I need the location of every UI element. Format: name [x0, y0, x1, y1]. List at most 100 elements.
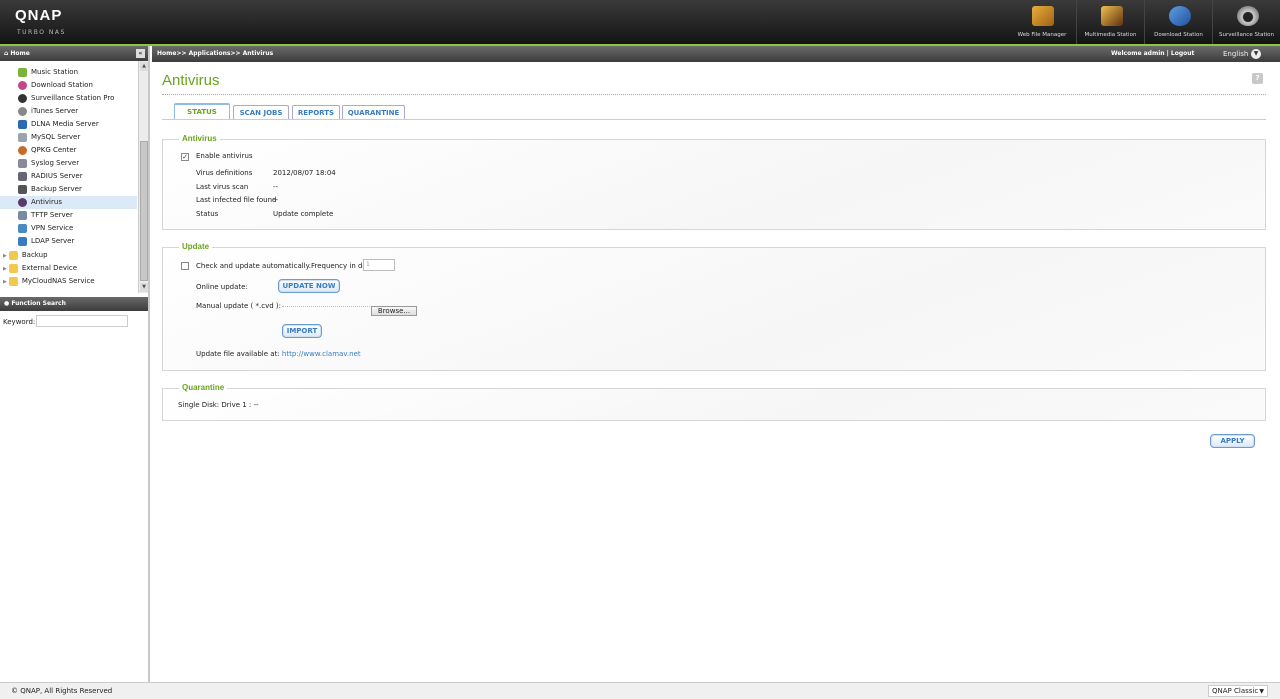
chevron-down-icon: ▼	[1259, 688, 1264, 695]
tab-reports[interactable]: REPORTS	[292, 105, 340, 120]
tftp-icon	[18, 210, 27, 220]
app-label: Download Station	[1154, 32, 1203, 38]
scroll-up-arrow-icon[interactable]: ▲	[140, 62, 148, 71]
tab-scan-jobs[interactable]: SCAN JOBS	[233, 105, 289, 120]
download-station-icon	[1169, 6, 1191, 26]
dlna-icon	[18, 119, 27, 129]
sidebar-item-dlna-media-server[interactable]: DLNA Media Server	[18, 118, 99, 131]
virus-definitions-value: 2012/08/07 18:04	[273, 169, 336, 177]
music-station-icon	[18, 67, 27, 77]
update-file-available-label: Update file available at: http://www.cla…	[196, 350, 361, 358]
navigation-tree: Music Station Download Station Surveilla…	[0, 61, 137, 293]
last-virus-scan-value: --	[273, 183, 279, 191]
vpn-icon	[18, 223, 27, 233]
folder-icon	[8, 250, 18, 260]
syslog-icon	[18, 158, 27, 168]
logo-subtitle: TURBO NAS	[17, 29, 66, 36]
antivirus-legend: Antivirus	[179, 134, 220, 143]
sidebar-header: ⌂ Home «	[0, 46, 148, 61]
multimedia-station-icon	[1101, 6, 1123, 26]
sidebar-item-download-station[interactable]: Download Station	[18, 79, 93, 92]
expand-arrow-icon: ▶	[3, 279, 7, 285]
sidebar-item-qpkg-center[interactable]: QPKG Center	[18, 144, 77, 157]
manual-update-file-input[interactable]	[282, 306, 370, 307]
sidebar-item-antivirus[interactable]: Antivirus	[0, 196, 137, 209]
sidebar-item-music-station[interactable]: Music Station	[18, 66, 78, 79]
auto-update-checkbox[interactable]	[181, 262, 189, 270]
sidebar-item-itunes-server[interactable]: iTunes Server	[18, 105, 78, 118]
folder-icon	[8, 276, 18, 286]
footer: © QNAP, All Rights Reserved QNAP Classic…	[0, 682, 1280, 699]
qnap-logo: QNAP	[15, 7, 63, 24]
welcome-logout[interactable]: Welcome admin | Logout	[1111, 46, 1194, 62]
import-button[interactable]: IMPORT	[282, 324, 322, 338]
sidebar-scrollbar[interactable]: ▲ ▼	[138, 61, 148, 293]
surveillance-station-button[interactable]: Surveillance Station	[1212, 0, 1280, 44]
update-now-button[interactable]: UPDATE NOW	[278, 279, 340, 293]
itunes-icon	[18, 106, 27, 116]
title-divider	[162, 94, 1266, 95]
status-label: Status	[196, 210, 219, 218]
language-dropdown-icon[interactable]: ▼	[1251, 49, 1261, 59]
app-label: Web File Manager	[1017, 32, 1067, 38]
virus-definitions-label: Virus definitions	[196, 169, 253, 177]
auto-update-label: Check and update automatically.Frequency…	[196, 262, 377, 270]
copyright: © QNAP, All Rights Reserved	[11, 687, 113, 695]
backup-server-icon	[18, 184, 27, 194]
surveillance-camera-icon	[18, 93, 27, 103]
frequency-days-input[interactable]: 1	[363, 259, 395, 271]
sidebar-item-ldap-server[interactable]: LDAP Server	[18, 235, 74, 248]
app-label: Multimedia Station	[1084, 32, 1137, 38]
breadcrumb: Home>> Applications>> Antivirus	[157, 50, 274, 57]
sidebar-item-radius-server[interactable]: RADIUS Server	[18, 170, 83, 183]
help-icon[interactable]: ?	[1252, 73, 1263, 84]
quarantine-drive-text: Single Disk: Drive 1 : --	[178, 401, 259, 409]
multimedia-station-button[interactable]: Multimedia Station	[1076, 0, 1144, 44]
status-value: Update complete	[273, 210, 334, 218]
sidebar: ⌂ Home « Music Station Download Station …	[0, 46, 150, 682]
app-label: Surveillance Station	[1218, 32, 1275, 38]
radius-icon	[18, 171, 27, 181]
sidebar-item-vpn-service[interactable]: VPN Service	[18, 222, 73, 235]
enable-antivirus-checkbox[interactable]: ✓	[181, 153, 189, 161]
mysql-icon	[18, 132, 27, 142]
collapse-sidebar-button[interactable]: «	[136, 49, 145, 58]
expand-arrow-icon: ▶	[3, 253, 7, 259]
last-virus-scan-label: Last virus scan	[196, 183, 249, 191]
page-title: Antivirus	[162, 72, 220, 89]
download-station-icon	[18, 80, 27, 90]
tab-quarantine[interactable]: QUARANTINE	[342, 105, 405, 120]
quarantine-section: Quarantine Single Disk: Drive 1 : --	[162, 383, 1266, 421]
manual-update-label: Manual update ( *.cvd ):	[196, 302, 281, 310]
clamav-link[interactable]: http://www.clamav.net	[282, 350, 361, 358]
sidebar-item-syslog-server[interactable]: Syslog Server	[18, 157, 79, 170]
sidebar-folder-external-device[interactable]: ▶ External Device	[3, 262, 77, 275]
sidebar-item-backup-server[interactable]: Backup Server	[18, 183, 82, 196]
keyword-search-input[interactable]	[36, 315, 128, 327]
online-update-label: Online update:	[196, 283, 248, 291]
sidebar-folder-backup[interactable]: ▶ Backup	[3, 249, 48, 262]
scrollbar-thumb[interactable]	[140, 141, 148, 281]
expand-arrow-icon: ▶	[3, 266, 7, 272]
surveillance-station-icon	[1237, 6, 1259, 26]
web-file-manager-button[interactable]: Web File Manager	[1008, 0, 1076, 44]
web-file-manager-icon	[1032, 6, 1054, 26]
sidebar-title: Home	[10, 50, 30, 57]
download-station-button[interactable]: Download Station	[1144, 0, 1212, 44]
antivirus-section: Antivirus ✓ Enable antivirus Virus defin…	[162, 134, 1266, 230]
last-infected-file-value: --	[273, 196, 279, 204]
apply-button[interactable]: APPLY	[1210, 434, 1255, 448]
app-launcher: Web File Manager Multimedia Station Down…	[1008, 0, 1280, 44]
sidebar-item-tftp-server[interactable]: TFTP Server	[18, 209, 73, 222]
tab-status[interactable]: STATUS	[174, 103, 230, 120]
sidebar-item-mysql-server[interactable]: MySQL Server	[18, 131, 80, 144]
sidebar-folder-mycloudnas-service[interactable]: ▶ MyCloudNAS Service	[3, 275, 95, 288]
tab-divider	[162, 119, 1266, 120]
sidebar-item-surveillance-station-pro[interactable]: Surveillance Station Pro	[18, 92, 114, 105]
theme-select[interactable]: QNAP Classic ▼	[1208, 685, 1268, 697]
scroll-down-arrow-icon[interactable]: ▼	[140, 283, 148, 292]
browse-button[interactable]: Browse...	[371, 306, 417, 316]
breadcrumb-bar: Home>> Applications>> Antivirus Welcome …	[152, 46, 1280, 62]
language-select[interactable]: English	[1223, 46, 1248, 62]
function-search-header: ● Function Search	[0, 297, 148, 311]
